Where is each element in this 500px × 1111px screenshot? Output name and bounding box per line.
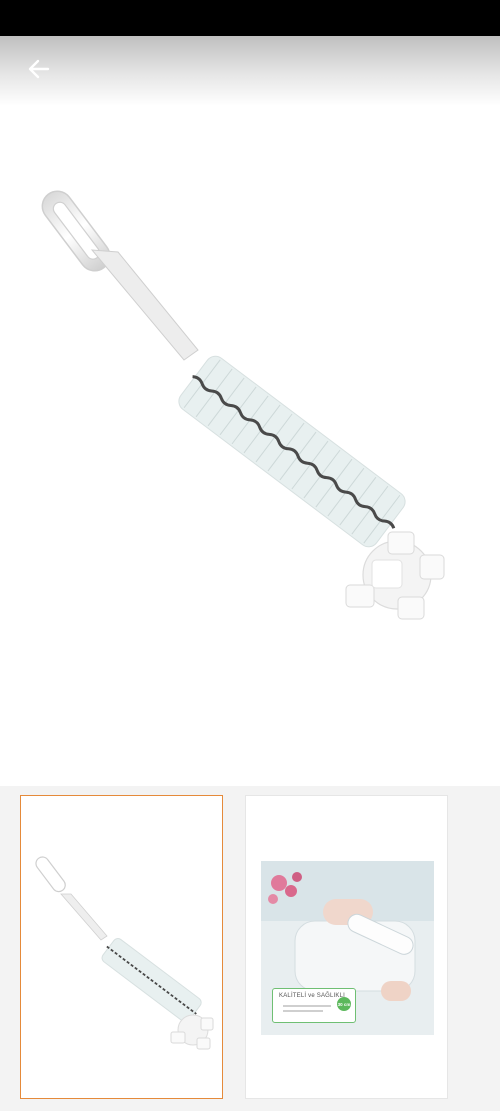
status-bar: [0, 0, 500, 36]
promo-card: KALİTELİ ve SAĞLIKLI 30 cm: [272, 988, 356, 1023]
promo-title: KALİTELİ ve SAĞLIKLI: [279, 993, 346, 999]
promo-photo: KALİTELİ ve SAĞLIKLI 30 cm: [261, 861, 434, 1035]
promo-line: [283, 1010, 323, 1012]
arrow-left-icon: [28, 59, 50, 79]
product-main-image[interactable]: [0, 106, 500, 786]
back-button[interactable]: [22, 52, 56, 86]
top-bar: [0, 36, 500, 106]
thumbnail-1-selected[interactable]: [20, 795, 223, 1099]
size-badge: 30 cm: [337, 997, 351, 1011]
thumbnail-2[interactable]: KALİTELİ ve SAĞLIKLI 30 cm: [245, 795, 448, 1099]
promo-line: [283, 1005, 331, 1007]
thumbnail-strip: KALİTELİ ve SAĞLIKLI 30 cm: [0, 786, 500, 1111]
